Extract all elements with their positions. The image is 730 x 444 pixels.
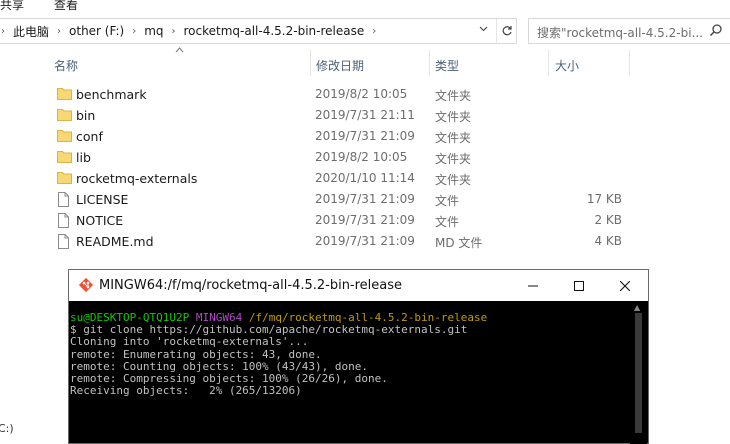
chevron-right-icon[interactable]: › xyxy=(170,26,178,37)
folder-icon xyxy=(57,171,72,187)
file-size: 4 KB xyxy=(594,234,622,248)
file-name: NOTICE xyxy=(76,213,124,228)
minimize-button[interactable] xyxy=(510,270,556,301)
chevron-right-icon[interactable]: › xyxy=(55,26,63,37)
chevron-right-icon[interactable]: › xyxy=(0,26,7,37)
terminal-title: MINGW64:/f/mq/rocketmq-all-4.5.2-bin-rel… xyxy=(99,278,403,293)
prompt-env: MINGW64 xyxy=(195,311,243,324)
column-header-name[interactable]: 名称 xyxy=(54,57,78,74)
terminal-scrollbar[interactable]: ▲ xyxy=(630,301,647,444)
close-icon xyxy=(620,280,630,291)
file-size: 2 KB xyxy=(594,213,622,227)
file-type: 文件夹 xyxy=(435,89,472,103)
column-header-type[interactable]: 类型 xyxy=(435,57,459,74)
breadcrumb-mq[interactable]: mq xyxy=(138,24,169,38)
file-name: benchmark xyxy=(76,87,147,102)
column-divider[interactable] xyxy=(429,50,430,76)
file-date: 2019/7/31 21:09 xyxy=(315,234,415,248)
file-name: lib xyxy=(76,150,91,165)
file-type: 文件夹 xyxy=(435,152,472,166)
breadcrumb-drive[interactable]: other (F:) xyxy=(63,24,130,38)
breadcrumb-this-pc[interactable]: 此电脑 xyxy=(7,23,55,40)
search-placeholder: 搜索"rocketmq-all-4.5.2-bi... xyxy=(537,26,703,40)
file-name: README.md xyxy=(76,234,154,249)
terminal-window[interactable]: MINGW64:/f/mq/rocketmq-all-4.5.2-bin-rel… xyxy=(68,269,649,444)
file-name: rocketmq-externals xyxy=(76,171,198,186)
file-name: bin xyxy=(76,108,96,123)
file-type: MD 文件 xyxy=(435,236,483,250)
file-date: 2019/8/2 10:05 xyxy=(315,150,408,164)
prompt-user: su@DESKTOP-QTQ1U2P xyxy=(70,311,190,324)
file-date: 2020/1/10 11:14 xyxy=(315,171,415,185)
chevron-right-icon[interactable]: › xyxy=(130,26,138,37)
chevron-right-icon[interactable]: › xyxy=(370,26,378,37)
minimize-icon xyxy=(528,285,538,286)
search-input[interactable]: 搜索"rocketmq-all-4.5.2-bi... xyxy=(528,18,730,44)
list-item[interactable]: lib 2019/8/2 10:05 文件夹 xyxy=(52,147,652,168)
file-date: 2019/7/31 21:09 xyxy=(315,192,415,206)
list-item[interactable]: benchmark 2019/8/2 10:05 文件夹 xyxy=(52,84,652,105)
file-date: 2019/7/31 21:09 xyxy=(315,213,415,227)
git-icon xyxy=(78,277,94,296)
folder-icon xyxy=(57,87,72,103)
scroll-up-icon[interactable]: ▲ xyxy=(634,303,640,312)
file-date: 2019/7/31 21:09 xyxy=(315,129,415,143)
terminal-line: Cloning into 'rocketmq-externals'... xyxy=(70,335,309,349)
file-type: 文件 xyxy=(435,194,460,208)
list-item[interactable]: rocketmq-externals 2020/1/10 11:14 文件夹 xyxy=(52,168,652,189)
file-name: conf xyxy=(76,129,103,144)
folder-icon xyxy=(57,150,72,166)
folder-icon xyxy=(57,129,72,145)
column-divider[interactable] xyxy=(310,50,311,76)
file-type: 文件夹 xyxy=(435,173,472,187)
folder-icon xyxy=(57,108,72,124)
terminal-line: Receiving objects: 2% (265/13206) xyxy=(70,384,302,398)
terminal-output[interactable]: su@DESKTOP-QTQ1U2P MINGW64 /f/mq/rocketm… xyxy=(70,311,625,398)
file-icon xyxy=(57,234,70,252)
list-item[interactable]: LICENSE 2019/7/31 21:09 文件 17 KB xyxy=(52,189,652,210)
close-button[interactable] xyxy=(602,270,648,301)
breadcrumb-current-folder[interactable]: rocketmq-all-4.5.2-bin-release xyxy=(178,24,371,38)
search-icon[interactable] xyxy=(709,23,723,40)
ribbon-tab-share[interactable]: 共享 xyxy=(0,0,24,13)
column-divider[interactable] xyxy=(629,50,630,76)
column-divider[interactable] xyxy=(548,50,549,76)
file-icon xyxy=(57,192,70,210)
maximize-button[interactable] xyxy=(556,270,602,301)
file-type: 文件夹 xyxy=(435,131,472,145)
file-date: 2019/8/2 10:05 xyxy=(315,87,408,101)
file-type: 文件 xyxy=(435,215,460,229)
sort-ascending-icon xyxy=(175,46,184,56)
refresh-button[interactable] xyxy=(496,19,517,43)
list-item[interactable]: bin 2019/7/31 21:11 文件夹 xyxy=(52,105,652,126)
scrollbar-thumb[interactable] xyxy=(635,313,642,433)
nav-pane-drive-label[interactable]: C:) xyxy=(0,422,14,435)
file-name: LICENSE xyxy=(76,192,129,207)
file-type: 文件夹 xyxy=(435,110,472,124)
chevron-down-icon[interactable] xyxy=(479,24,488,36)
list-item[interactable]: NOTICE 2019/7/31 21:09 文件 2 KB xyxy=(52,210,652,231)
file-size: 17 KB xyxy=(586,192,622,206)
breadcrumb: › 此电脑 › other (F:) › mq › rocketmq-all-4… xyxy=(0,19,378,43)
ribbon-tab-view[interactable]: 查看 xyxy=(54,0,78,13)
maximize-icon xyxy=(574,280,584,291)
terminal-title-bar[interactable]: MINGW64:/f/mq/rocketmq-all-4.5.2-bin-rel… xyxy=(69,270,648,301)
prompt-path: /f/mq/rocketmq-all-4.5.2-bin-release xyxy=(248,311,488,324)
column-header-size[interactable]: 大小 xyxy=(555,57,579,74)
address-bar[interactable]: › 此电脑 › other (F:) › mq › rocketmq-all-4… xyxy=(0,18,517,44)
terminal-line: remote: Enumerating objects: 43, done. xyxy=(70,347,322,361)
list-item[interactable]: README.md 2019/7/31 21:09 MD 文件 4 KB xyxy=(52,231,652,252)
column-header-date[interactable]: 修改日期 xyxy=(316,57,364,74)
file-icon xyxy=(57,213,70,231)
refresh-icon xyxy=(502,26,512,36)
file-date: 2019/7/31 21:11 xyxy=(315,108,415,122)
list-item[interactable]: conf 2019/7/31 21:09 文件夹 xyxy=(52,126,652,147)
